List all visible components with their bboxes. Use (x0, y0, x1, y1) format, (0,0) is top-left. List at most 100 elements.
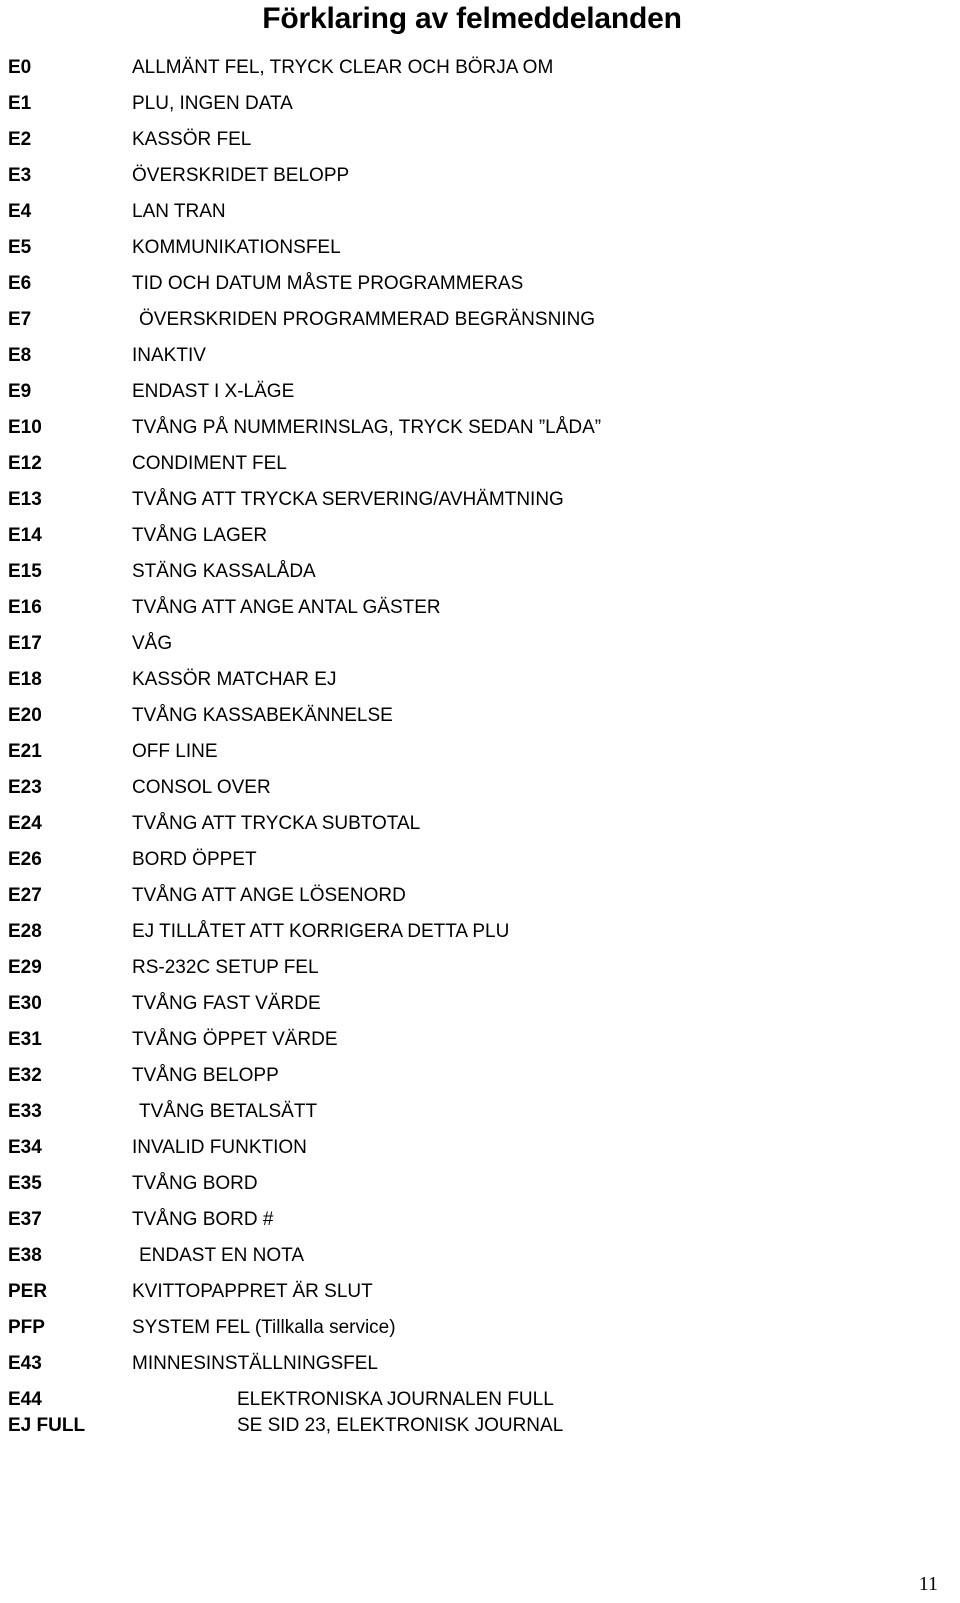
error-code: E37 (8, 1209, 42, 1230)
table-row: E10 TVÅNG PÅ NUMMERINSLAG, TRYCK SEDAN ”… (0, 415, 960, 451)
error-code: E13 (8, 489, 42, 510)
error-description: TVÅNG ATT ANGE LÖSENORD (132, 885, 406, 906)
table-row: E21 OFF LINE (0, 739, 960, 775)
error-description: MINNESINSTÄLLNINGSFEL (132, 1353, 378, 1374)
table-row: E9 ENDAST I X-LÄGE (0, 379, 960, 415)
table-row: EJ FULL SE SID 23, ELEKTRONISK JOURNAL (0, 1413, 960, 1439)
error-code: E27 (8, 885, 42, 906)
error-code: E18 (8, 669, 42, 690)
error-description: TVÅNG ATT TRYCKA SUBTOTAL (132, 813, 421, 834)
table-row: E30 TVÅNG FAST VÄRDE (0, 991, 960, 1027)
error-description: ENDAST I X-LÄGE (132, 381, 295, 402)
error-description: TVÅNG ÖPPET VÄRDE (132, 1029, 338, 1050)
table-row: E34 INVALID FUNKTION (0, 1135, 960, 1171)
error-code: E34 (8, 1137, 42, 1158)
error-description: ÖVERSKRIDEN PROGRAMMERAD BEGRÄNSNING (139, 309, 596, 330)
table-row: PER KVITTOPAPPRET ÄR SLUT (0, 1279, 960, 1315)
table-row: E14 TVÅNG LAGER (0, 523, 960, 559)
table-row: E2 KASSÖR FEL (0, 127, 960, 163)
error-description: TVÅNG BETALSÄTT (139, 1101, 318, 1122)
table-row: E3 ÖVERSKRIDET BELOPP (0, 163, 960, 199)
error-description: TVÅNG ATT TRYCKA SERVERING/AVHÄMTNING (132, 489, 564, 510)
table-row: E8 INAKTIV (0, 343, 960, 379)
table-row: E7 ÖVERSKRIDEN PROGRAMMERAD BEGRÄNSNING (0, 307, 960, 343)
error-description: RS-232C SETUP FEL (132, 957, 319, 978)
error-description: KASSÖR FEL (132, 129, 252, 150)
error-code: E9 (8, 381, 32, 402)
table-row: PFP SYSTEM FEL (Tillkalla service) (0, 1315, 960, 1351)
error-code: E1 (8, 93, 32, 114)
error-code: E30 (8, 993, 42, 1014)
table-row: E44 ELEKTRONISKA JOURNALEN FULL (0, 1387, 960, 1413)
error-code: E29 (8, 957, 42, 978)
error-code: E24 (8, 813, 42, 834)
table-row: E17 VÅG (0, 631, 960, 667)
table-row: E13 TVÅNG ATT TRYCKA SERVERING/AVHÄMTNIN… (0, 487, 960, 523)
error-code: E17 (8, 633, 42, 654)
error-description: TVÅNG PÅ NUMMERINSLAG, TRYCK SEDAN ”LÅDA… (132, 417, 602, 438)
page-number: 11 (918, 1573, 938, 1595)
table-row: E27 TVÅNG ATT ANGE LÖSENORD (0, 883, 960, 919)
error-code: E44 (8, 1389, 42, 1410)
table-row: E12 CONDIMENT FEL (0, 451, 960, 487)
error-code: PFP (8, 1317, 45, 1338)
table-row: E43 MINNESINSTÄLLNINGSFEL (0, 1351, 960, 1387)
error-code: E38 (8, 1245, 42, 1266)
error-code: E26 (8, 849, 42, 870)
error-message-table: E0 ALLMÄNT FEL, TRYCK CLEAR OCH BÖRJA OM… (0, 55, 960, 1439)
table-row: E38 ENDAST EN NOTA (0, 1243, 960, 1279)
error-code: E31 (8, 1029, 42, 1050)
error-code: E6 (8, 273, 32, 294)
table-row: E32 TVÅNG BELOPP (0, 1063, 960, 1099)
document-page: Förklaring av felmeddelanden E0 ALLMÄNT … (0, 0, 960, 1603)
error-code: E16 (8, 597, 42, 618)
page-title: Förklaring av felmeddelanden (262, 2, 682, 35)
error-code: E15 (8, 561, 42, 582)
table-row: E4 LAN TRAN (0, 199, 960, 235)
error-description: ALLMÄNT FEL, TRYCK CLEAR OCH BÖRJA OM (132, 57, 554, 78)
error-description: SYSTEM FEL (Tillkalla service) (132, 1317, 396, 1338)
error-code: E35 (8, 1173, 42, 1194)
error-code: E32 (8, 1065, 42, 1086)
error-description: STÄNG KASSALÅDA (132, 561, 316, 582)
error-description: TVÅNG KASSABEKÄNNELSE (132, 705, 393, 726)
error-description: ÖVERSKRIDET BELOPP (132, 165, 350, 186)
error-description: TVÅNG ATT ANGE ANTAL GÄSTER (132, 597, 441, 618)
error-description: SE SID 23, ELEKTRONISK JOURNAL (237, 1415, 564, 1436)
error-description: TVÅNG BELOPP (132, 1065, 279, 1086)
error-description: KVITTOPAPPRET ÄR SLUT (132, 1281, 373, 1302)
table-row: E5 KOMMUNIKATIONSFEL (0, 235, 960, 271)
error-code: E4 (8, 201, 32, 222)
error-code: E43 (8, 1353, 42, 1374)
error-code: E8 (8, 345, 32, 366)
error-description: VÅG (132, 633, 173, 654)
error-description: TVÅNG LAGER (132, 525, 268, 546)
error-code: E14 (8, 525, 42, 546)
error-code: E33 (8, 1101, 42, 1122)
table-row: E33 TVÅNG BETALSÄTT (0, 1099, 960, 1135)
table-row: E35 TVÅNG BORD (0, 1171, 960, 1207)
table-row: E37 TVÅNG BORD # (0, 1207, 960, 1243)
table-row: E29 RS-232C SETUP FEL (0, 955, 960, 991)
error-code: PER (8, 1281, 48, 1302)
error-description: ENDAST EN NOTA (139, 1245, 305, 1266)
table-row: E0 ALLMÄNT FEL, TRYCK CLEAR OCH BÖRJA OM (0, 55, 960, 91)
error-description: PLU, INGEN DATA (132, 93, 293, 114)
table-row: E18 KASSÖR MATCHAR EJ (0, 667, 960, 703)
error-code: E23 (8, 777, 42, 798)
table-row: E28 EJ TILLÅTET ATT KORRIGERA DETTA PLU (0, 919, 960, 955)
error-description: KASSÖR MATCHAR EJ (132, 669, 337, 690)
error-description: LAN TRAN (132, 201, 226, 222)
error-code: E20 (8, 705, 42, 726)
error-code: E28 (8, 921, 42, 942)
error-description: CONDIMENT FEL (132, 453, 287, 474)
error-code: EJ FULL (8, 1415, 86, 1436)
error-code: E12 (8, 453, 42, 474)
error-code: E2 (8, 129, 32, 150)
table-row: E24 TVÅNG ATT TRYCKA SUBTOTAL (0, 811, 960, 847)
error-description: TID OCH DATUM MÅSTE PROGRAMMERAS (132, 273, 524, 294)
error-description: EJ TILLÅTET ATT KORRIGERA DETTA PLU (132, 921, 510, 942)
error-description: TVÅNG FAST VÄRDE (132, 993, 321, 1014)
error-description: OFF LINE (132, 741, 218, 762)
error-description: TVÅNG BORD (132, 1173, 258, 1194)
